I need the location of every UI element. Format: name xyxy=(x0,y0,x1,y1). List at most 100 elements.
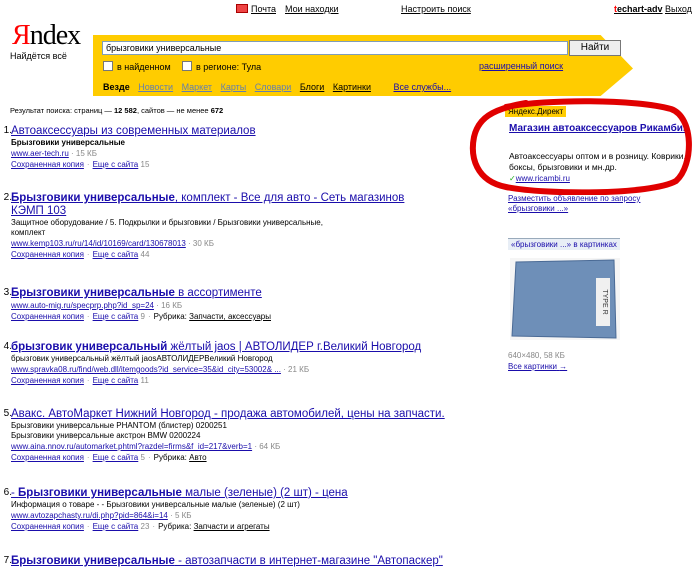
more-from-site-link[interactable]: Еще с сайта xyxy=(93,453,139,462)
result-snippet: Брызговики универсальные PHANTOM (блисте… xyxy=(11,421,227,430)
cache-link[interactable]: Сохраненная копия xyxy=(11,376,84,385)
image-size: 640×480, 58 КБ xyxy=(508,351,565,360)
result-snippet: Брызговики универсальные xyxy=(11,138,125,147)
more-count: 9 xyxy=(140,312,145,321)
option-in-found[interactable]: в найденном xyxy=(103,61,171,72)
rubric-link[interactable]: Запчасти, аксессуары xyxy=(189,312,271,321)
place-ad-link[interactable]: Разместить объявление по запросу «брызго… xyxy=(508,194,668,214)
search-settings-link[interactable]: Настроить поиск xyxy=(401,4,471,14)
more-count: 23 xyxy=(140,522,150,531)
tab-news[interactable]: Новости xyxy=(138,82,173,92)
mail-link[interactable]: Почта xyxy=(236,4,276,14)
more-count: 44 xyxy=(140,250,150,259)
tab-all-services[interactable]: Все службы... xyxy=(394,82,452,92)
more-from-site-link[interactable]: Еще с сайта xyxy=(93,250,139,259)
title-pre: - xyxy=(11,487,19,499)
title-bold: Брызговики универсальные xyxy=(11,555,175,567)
title-rest: - автозапчасти в интернет-магазине "Авто… xyxy=(174,555,443,567)
all-images-link[interactable]: Все картинки → xyxy=(508,362,567,371)
title-rest: малые (зеленые) (2 шт) - цена xyxy=(181,487,348,499)
advanced-search-link[interactable]: расширенный поиск xyxy=(479,61,563,71)
result-title[interactable]: Брызговики универсальные - автозапчасти … xyxy=(11,555,471,568)
result-url[interactable]: www.aina.nnov.ru/automarket.phtml?razdel… xyxy=(11,442,252,451)
cache-link[interactable]: Сохраненная копия xyxy=(11,312,84,321)
rubric-label: Рубрика: xyxy=(153,453,187,462)
rubric-link[interactable]: Авто xyxy=(189,453,206,462)
mail-icon xyxy=(236,4,248,13)
result-title[interactable]: Авакс. АвтоМаркет Нижний Новгород - прод… xyxy=(11,408,471,421)
images-block-label[interactable]: «брызговики ...» в картинках xyxy=(508,238,620,250)
search-input[interactable]: брызговики универсальные xyxy=(102,41,568,55)
more-from-site-link[interactable]: Еще с сайта xyxy=(93,312,139,321)
title-bold: Брызговики универсальные xyxy=(18,487,182,499)
result-title[interactable]: Брызговики универсальные, комплект - Все… xyxy=(11,192,471,218)
tab-maps[interactable]: Карты xyxy=(221,82,247,92)
result-url[interactable]: www.kemp103.ru/ru/14/id/10169/card/13067… xyxy=(11,239,186,248)
yandex-logo[interactable]: Яndex xyxy=(12,20,81,51)
in-found-label: в найденном xyxy=(117,62,171,72)
result-stats: Результат поиска: страниц — 12 582, сайт… xyxy=(10,106,223,115)
result-size: 5 КБ xyxy=(174,511,192,520)
title-line2: КЭМП 103 xyxy=(11,205,67,217)
result-snippet: Защитное оборудование / 5. Подкрылки и б… xyxy=(11,218,323,227)
result-size: 16 КБ xyxy=(161,301,183,310)
more-count: 15 xyxy=(140,160,150,169)
result-url[interactable]: www.auto-mig.ru/specprp.php?id_sp=24 xyxy=(11,301,154,310)
logo-rest: ndex xyxy=(29,20,81,51)
arrow-right-icon: → xyxy=(559,362,568,371)
option-in-region[interactable]: в регионе: Тула xyxy=(182,61,261,72)
tab-images[interactable]: Картинки xyxy=(333,82,371,92)
stats-pages: 12 582 xyxy=(113,106,137,115)
rubric-label: Рубрика: xyxy=(153,312,187,321)
top-nav: Почта Мои находки Настроить поиск techar… xyxy=(0,4,692,18)
title-bold: Брызговики универсальные xyxy=(11,287,175,299)
in-region-checkbox[interactable] xyxy=(182,61,192,71)
cache-link[interactable]: Сохраненная копия xyxy=(11,453,84,462)
title-rest: , комплект - Все для авто - Сеть магазин… xyxy=(174,192,405,204)
result-snippet: Брызговики универсальные акстрон BMW 020… xyxy=(11,431,201,440)
tagline: Найдётся всё xyxy=(10,51,67,61)
cache-link[interactable]: Сохраненная копия xyxy=(11,250,84,259)
result-snippet: комплект xyxy=(11,228,46,237)
in-found-checkbox[interactable] xyxy=(103,61,113,71)
mudflap-image: TYPE R xyxy=(511,259,617,339)
tab-web[interactable]: Везде xyxy=(103,82,130,92)
stats-prefix: Результат поиска: страниц — xyxy=(10,106,112,115)
result-url[interactable]: www.spravka08.ru/find/web.dll/itemgoods?… xyxy=(11,365,281,374)
tab-market[interactable]: Маркет xyxy=(182,82,212,92)
all-images-label: Все картинки xyxy=(508,362,557,371)
result-snippet: Информация о товаре - - Брызговики униве… xyxy=(11,500,300,509)
result-title[interactable]: Автоаксессуары из современных материалов xyxy=(11,125,471,138)
red-circle-annotation xyxy=(469,98,692,195)
more-from-site-link[interactable]: Еще с сайта xyxy=(93,160,139,169)
result-title[interactable]: Брызговики универсальные в ассортименте xyxy=(11,287,471,300)
user-link[interactable]: techart-adv xyxy=(614,4,663,14)
more-from-site-link[interactable]: Еще с сайта xyxy=(93,522,139,531)
result-title[interactable]: брызговик универсальный жёлтый jaos | АВ… xyxy=(11,341,471,354)
mail-link-label: Почта xyxy=(251,4,276,14)
title-bold: Брызговики универсальные xyxy=(11,192,175,204)
service-tabs: Везде Новости Маркет Карты Словари Блоги… xyxy=(103,82,457,92)
tab-blogs[interactable]: Блоги xyxy=(300,82,324,92)
my-finds-link[interactable]: Мои находки xyxy=(285,4,339,14)
title-bold: брызговик универсальный xyxy=(11,341,168,353)
result-url[interactable]: www.avtozapchasty.ru/di.php?pid=864&i=14 xyxy=(11,511,168,520)
rubric-label: Рубрика: xyxy=(158,522,192,531)
stats-mid: , сайтов — не менее xyxy=(136,106,209,115)
more-from-site-link[interactable]: Еще с сайта xyxy=(93,376,139,385)
more-count: 5 xyxy=(140,453,145,462)
cache-link[interactable]: Сохраненная копия xyxy=(11,522,84,531)
search-button[interactable]: Найти xyxy=(569,40,621,56)
cache-link[interactable]: Сохраненная копия xyxy=(11,160,84,169)
stats-sites: 672 xyxy=(210,106,224,115)
image-thumbnail[interactable]: TYPE R xyxy=(510,258,620,340)
user-rest: echart-adv xyxy=(617,4,663,14)
rubric-link[interactable]: Запчасти и агрегаты xyxy=(194,522,270,531)
result-size: 30 КБ xyxy=(192,239,214,248)
result-url[interactable]: www.aer-tech.ru xyxy=(11,149,69,158)
more-count: 11 xyxy=(140,376,149,385)
result-title[interactable]: - Брызговики универсальные малые (зелены… xyxy=(11,487,471,500)
result-size: 15 КБ xyxy=(75,149,97,158)
tab-dictionaries[interactable]: Словари xyxy=(255,82,292,92)
logout-link[interactable]: Выход xyxy=(665,4,692,14)
